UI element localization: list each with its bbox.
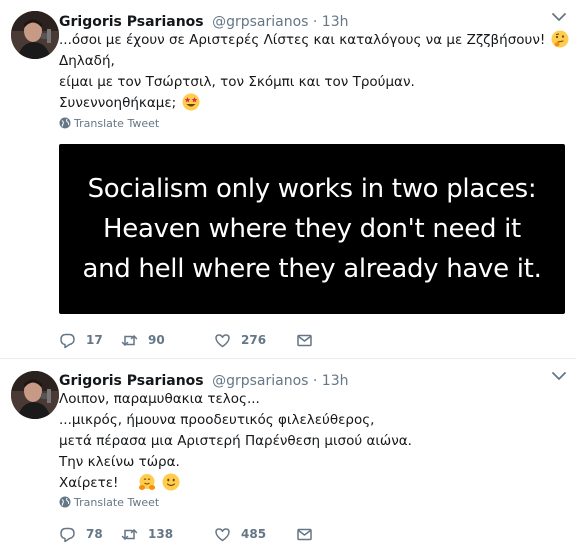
reply-icon xyxy=(60,527,75,542)
direct-message-button[interactable] xyxy=(296,332,313,349)
author-name[interactable]: Grigoris Psarianos xyxy=(59,14,204,30)
separator: · xyxy=(312,14,318,30)
heart-icon xyxy=(215,333,230,347)
tweet-text: Λοιπον, παραμυθακια τελος... ...μικρός, … xyxy=(59,389,529,494)
tweet-text-line: Δηλαδή, xyxy=(59,53,115,69)
tweet-time[interactable]: 13h xyxy=(322,14,349,30)
direct-message-icon xyxy=(297,334,312,346)
direct-message-icon xyxy=(297,528,312,540)
author-handle[interactable]: @grpsarianos xyxy=(212,373,308,389)
avatar[interactable] xyxy=(11,11,59,59)
tweet-text: ...όσοι με έχουν σε Αριστερές Λίστες και… xyxy=(59,30,569,114)
tweet-text-line: μετά πέρασα μια Αριστερή Παρένθεση μισού… xyxy=(59,433,412,449)
chevron-down-icon[interactable] xyxy=(552,12,566,22)
author-handle[interactable]: @grpsarianos xyxy=(212,14,308,30)
media-caption-line: Heaven where they don't need it xyxy=(103,214,521,244)
like-button[interactable]: 485 xyxy=(214,526,296,543)
media-caption-line: Socialism only works in two places: xyxy=(87,174,537,204)
media-caption-line: and hell where they already have it. xyxy=(82,254,542,284)
tweet-time[interactable]: 13h xyxy=(322,373,349,389)
translate-label: Translate Tweet xyxy=(74,496,160,509)
chevron-down-icon[interactable] xyxy=(552,371,566,381)
retweet-button[interactable]: 90 xyxy=(121,332,214,349)
tweet-text-line: ...όσοι με έχουν σε Αριστερές Λίστες και… xyxy=(59,30,569,51)
reply-count: 78 xyxy=(86,527,103,541)
reply-button[interactable]: 17 xyxy=(59,332,121,349)
like-button[interactable]: 276 xyxy=(214,332,296,349)
reply-count: 17 xyxy=(86,333,103,347)
tweet-actions: 17 90 276 xyxy=(59,330,313,350)
star-struck-emoji xyxy=(182,93,200,111)
media-caption: Socialism only works in two places: Heav… xyxy=(82,169,541,289)
author-name[interactable]: Grigoris Psarianos xyxy=(59,373,204,389)
hugging-face-emoji xyxy=(139,474,156,490)
tweet-text-line: Χαίρετε! xyxy=(59,473,529,494)
tweet-header: Grigoris Psarianos @grpsarianos · 13h xyxy=(59,13,348,31)
retweet-count: 90 xyxy=(148,333,165,347)
tweet[interactable]: Grigoris Psarianos @grpsarianos · 13h ..… xyxy=(0,0,576,358)
translate-tweet-link[interactable]: Translate Tweet xyxy=(59,116,159,132)
globe-icon xyxy=(59,117,71,129)
translate-tweet-link[interactable]: Translate Tweet xyxy=(59,495,159,511)
tweet-media-image[interactable]: Socialism only works in two places: Heav… xyxy=(59,144,565,314)
reply-icon xyxy=(60,333,75,348)
globe-icon xyxy=(59,496,71,508)
retweet-icon xyxy=(121,334,138,346)
slightly-smiling-face-emoji xyxy=(162,473,180,491)
like-count: 485 xyxy=(241,527,267,541)
like-count: 276 xyxy=(241,333,267,347)
tweet-header: Grigoris Psarianos @grpsarianos · 13h xyxy=(59,372,348,390)
separator: · xyxy=(312,373,318,389)
direct-message-button[interactable] xyxy=(296,526,313,543)
tweet[interactable]: Grigoris Psarianos @grpsarianos · 13h Λο… xyxy=(0,358,576,545)
tweet-text-line: ...μικρός, ήμουνα προοδευτικός φιλελεύθε… xyxy=(59,412,375,428)
thinking-face-emoji xyxy=(551,30,569,48)
retweet-count: 138 xyxy=(148,527,174,541)
translate-label: Translate Tweet xyxy=(74,117,160,130)
tweet-text-line: Την κλείνω τώρα. xyxy=(59,454,180,470)
tweet-actions: 78 138 485 xyxy=(59,524,313,544)
tweet-text-line: είμαι με τον Τσώρτσιλ, τον Σκόμπι και το… xyxy=(59,74,415,90)
tweet-text-line: Συνεννοηθήκαμε; xyxy=(59,93,529,114)
avatar[interactable] xyxy=(11,371,59,419)
retweet-button[interactable]: 138 xyxy=(121,526,214,543)
retweet-icon xyxy=(121,528,138,540)
tweet-text-line: Λοιπον, παραμυθακια τελος... xyxy=(59,391,260,407)
heart-icon xyxy=(215,527,230,541)
reply-button[interactable]: 78 xyxy=(59,526,121,543)
